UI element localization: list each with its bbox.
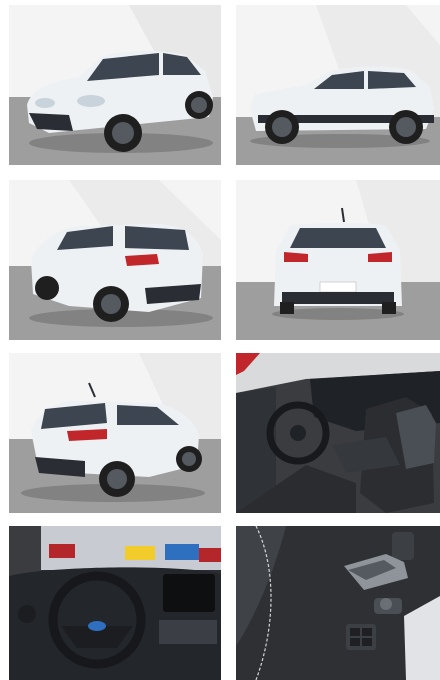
gallery-photo-interior-front-seats[interactable] <box>236 353 440 513</box>
car-rear-left-image <box>9 180 221 340</box>
gallery-photo-side-profile[interactable] <box>236 5 440 165</box>
gallery-photo-rear[interactable] <box>236 180 440 340</box>
gallery-photo-front-three-quarter[interactable] <box>9 5 221 165</box>
car-door-panel-image <box>236 526 440 680</box>
gallery-photo-door-panel-controls[interactable] <box>236 526 440 680</box>
gallery-photo-rear-three-quarter-right[interactable] <box>9 353 221 513</box>
gallery-photo-dashboard-steering-wheel[interactable] <box>9 526 221 680</box>
car-dashboard-image <box>9 526 221 680</box>
car-rear-image <box>236 180 440 340</box>
photo-gallery <box>0 0 440 680</box>
car-front-image <box>9 5 221 165</box>
gallery-photo-rear-three-quarter-left[interactable] <box>9 180 221 340</box>
car-side-image <box>236 5 440 165</box>
car-rear-right-image <box>9 353 221 513</box>
car-interior-seats-image <box>236 353 440 513</box>
